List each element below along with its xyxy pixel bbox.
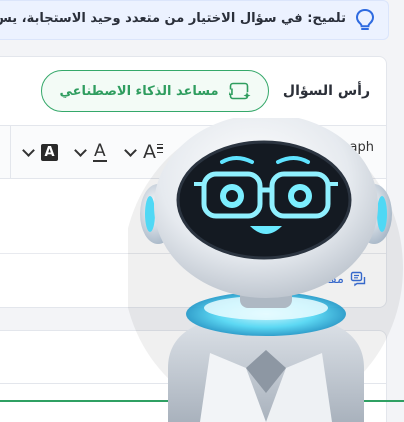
- explanation-label: مفسر: [311, 271, 344, 287]
- page: تلميح: في سؤال الاختيار من متعدد وحيد ال…: [0, 0, 404, 422]
- answer-card: [0, 330, 387, 422]
- font-size-icon: A: [143, 141, 163, 163]
- question-card: رأس السؤال AI مساعد الذكاء الاصطناعي A A: [0, 56, 387, 308]
- chevron-down-icon: [74, 143, 87, 157]
- tip-banner: تلميح: في سؤال الاختيار من متعدد وحيد ال…: [0, 0, 389, 40]
- answer-divider: [0, 383, 386, 384]
- tip-text: تلميح: في سؤال الاختيار من متعدد وحيد ال…: [0, 11, 346, 26]
- background-color-button[interactable]: A: [22, 140, 58, 164]
- comment-icon: [350, 271, 366, 287]
- editor-toolbar: A A A aph: [0, 125, 386, 179]
- paragraph-format-select[interactable]: aph: [350, 140, 374, 155]
- font-size-button[interactable]: A: [124, 140, 163, 164]
- ai-sparkle-icon: AI: [229, 82, 251, 100]
- chevron-down-icon: [22, 143, 35, 157]
- question-header-label: رأس السؤال: [282, 83, 370, 99]
- answer-progress-line: [0, 400, 404, 402]
- toolbar-divider: [10, 126, 11, 178]
- ai-assistant-label: مساعد الذكاء الاصطناعي: [59, 83, 219, 99]
- highlight-color-icon: A: [41, 143, 58, 161]
- chevron-down-icon: [124, 143, 137, 157]
- svg-text:AI: AI: [229, 88, 234, 98]
- font-color-button[interactable]: A: [74, 140, 107, 164]
- question-editor-text[interactable]: ناعي في تحسين عمليات: [0, 203, 386, 219]
- ai-assistant-button[interactable]: AI مساعد الذكاء الاصطناعي: [41, 70, 269, 112]
- font-color-icon: A: [93, 141, 107, 162]
- toolbar-divider: [224, 126, 225, 178]
- editor-divider: [0, 253, 386, 254]
- explanation-link[interactable]: مفسر: [312, 271, 366, 287]
- lightbulb-icon: [355, 8, 375, 30]
